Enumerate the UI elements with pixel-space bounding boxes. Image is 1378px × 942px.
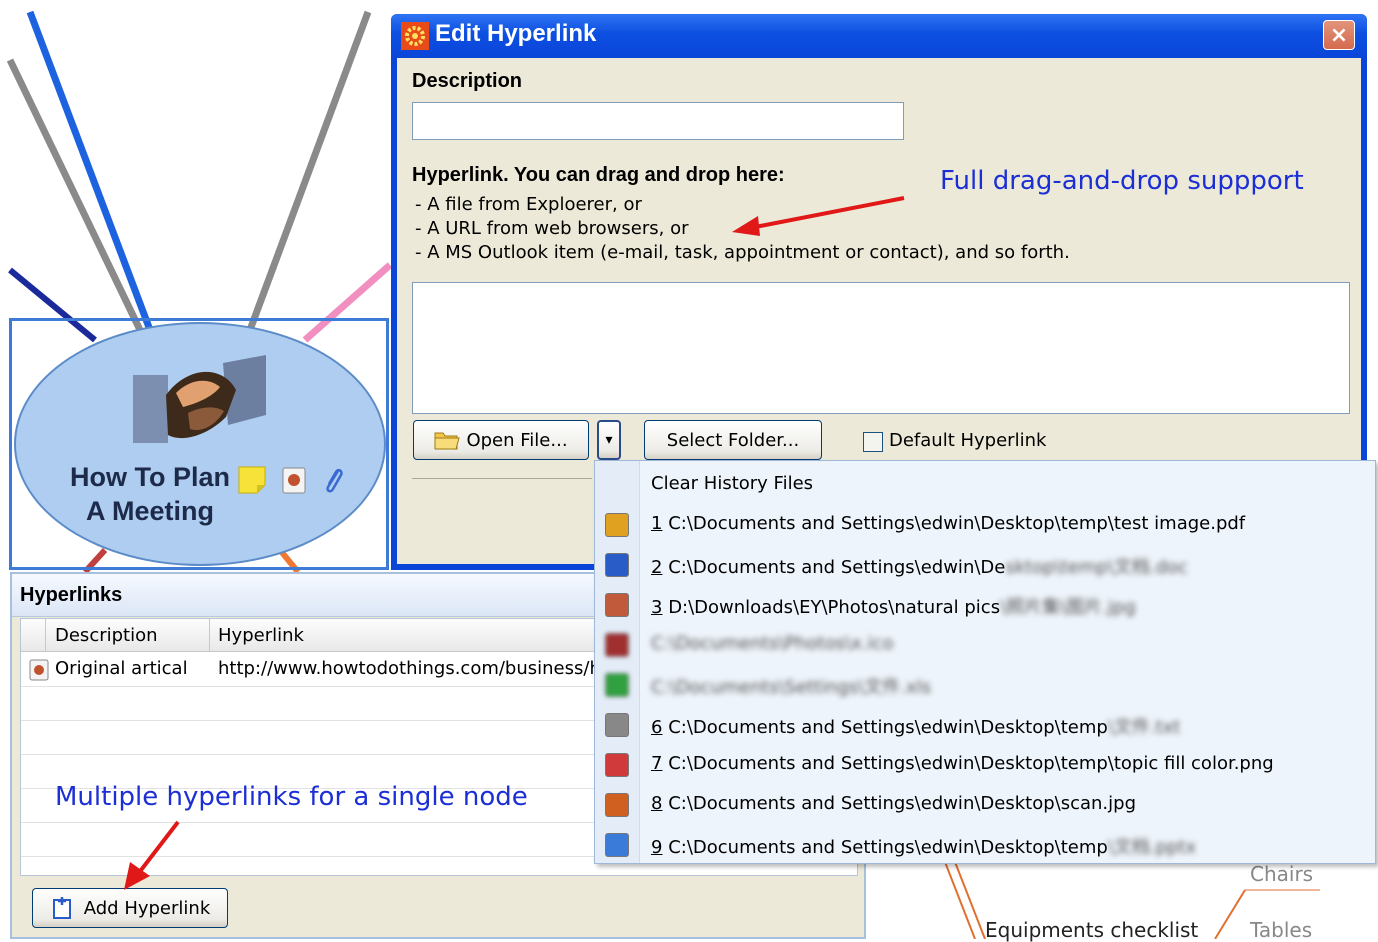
description-label: Description xyxy=(412,70,523,92)
image-file-icon xyxy=(605,593,629,617)
menu-item-path-blurred: \文件.txt xyxy=(1107,717,1181,738)
blurred-icon xyxy=(605,633,629,657)
menu-item-label: 1 C:\Documents and Settings\edwin\Deskto… xyxy=(651,513,1245,534)
menu-item-label: 7 C:\Documents and Settings\edwin\Deskto… xyxy=(651,753,1274,774)
hyperlink-icon[interactable] xyxy=(279,465,309,495)
central-topic-title: How To Plan A Meeting xyxy=(40,460,260,528)
menu-item-history-file[interactable]: 2 C:\Documents and Settings\edwin\Deskto… xyxy=(595,545,1375,585)
menu-item-number: 2 xyxy=(651,557,663,578)
menu-item-path: C:\Documents and Settings\edwin\Desktop\… xyxy=(668,513,1246,534)
menu-item-number: 8 xyxy=(651,793,663,814)
globe-file-icon xyxy=(605,833,629,857)
branch-line xyxy=(246,10,372,332)
menu-item-history-file[interactable]: 6 C:\Documents and Settings\edwin\Deskto… xyxy=(595,705,1375,745)
menu-item-path: C:\Documents and Settings\edwin\Desktop\… xyxy=(668,717,1108,738)
central-topic-line1: How To Plan xyxy=(70,462,230,492)
separator xyxy=(412,478,592,479)
add-hyperlink-button[interactable]: Add Hyperlink xyxy=(32,888,228,928)
menu-item-path: C:\Documents and Settings\edwin\Desktop\… xyxy=(668,837,1108,858)
menu-item-history-file[interactable]: C:\Documents\Photos\x.ico xyxy=(595,625,1375,665)
app-gear-icon xyxy=(401,22,429,50)
menu-item-history-file[interactable]: C:\Documents\Settings\文件.xls xyxy=(595,665,1375,705)
png-file-icon xyxy=(605,753,629,777)
hyperlink-label: Hyperlink. You can drag and drop here: xyxy=(412,164,785,186)
branch-line xyxy=(26,10,154,332)
menu-item-number: 1 xyxy=(651,513,663,534)
menu-item-path-blurred: sktop\temp\文档.doc xyxy=(1005,557,1188,578)
jpg-file-icon xyxy=(605,793,629,817)
row-description: Original artical xyxy=(55,658,188,679)
central-topic-line2: A Meeting xyxy=(86,496,214,526)
drop-hint-url: - A URL from web browsers, or xyxy=(415,218,689,239)
close-button[interactable]: × xyxy=(1323,20,1355,50)
note-icon[interactable] xyxy=(237,465,267,495)
hyperlink-icon xyxy=(29,659,49,681)
attachment-icon[interactable] xyxy=(318,465,348,495)
hyperlinks-title: Hyperlinks xyxy=(20,584,123,606)
menu-item-path: C:\Documents and Settings\edwin\Desktop\… xyxy=(668,793,1136,814)
open-file-label: Open File... xyxy=(466,429,568,451)
menu-item-label: 6 C:\Documents and Settings\edwin\Deskto… xyxy=(651,713,1180,739)
blurred-icon xyxy=(605,673,629,697)
menu-item-path-blurred: \文档.pptx xyxy=(1107,837,1197,858)
chevron-down-icon: ▾ xyxy=(605,432,613,448)
select-folder-label: Select Folder... xyxy=(666,429,800,451)
branch-label-equipments: Equipments checklist xyxy=(985,918,1199,942)
menu-item-history-file[interactable]: 7 C:\Documents and Settings\edwin\Deskto… xyxy=(595,745,1375,785)
handshake-icon xyxy=(133,355,266,443)
history-files-menu: Clear History Files 1 C:\Documents and S… xyxy=(594,460,1376,864)
menu-item-path-blurred: C:\Documents\Settings\文件.xls xyxy=(651,677,932,698)
grid-col-divider xyxy=(45,619,46,651)
menu-item-label: C:\Documents\Settings\文件.xls xyxy=(651,673,931,699)
menu-item-label: Clear History Files xyxy=(651,473,814,494)
word-doc-icon xyxy=(605,553,629,577)
arrow-icon xyxy=(124,820,180,890)
default-hyperlink-checkbox[interactable] xyxy=(863,432,883,452)
menu-item-label: C:\Documents\Photos\x.ico xyxy=(651,633,893,654)
menu-item-number: 6 xyxy=(651,717,663,738)
annotation-multiple-hyperlinks: Multiple hyperlinks for a single node xyxy=(55,782,528,812)
menu-item-label: 2 C:\Documents and Settings\edwin\Deskto… xyxy=(651,553,1188,579)
text-file-icon xyxy=(605,713,629,737)
menu-item-path: D:\Downloads\EY\Photos\natural pics xyxy=(668,597,1001,618)
dialog-title: Edit Hyperlink xyxy=(435,20,597,47)
menu-item-path: C:\Documents and Settings\edwin\Desktop\… xyxy=(668,753,1274,774)
branch-line xyxy=(1214,889,1246,939)
hyperlink-input[interactable] xyxy=(412,282,1350,414)
grid-col-divider xyxy=(209,619,210,651)
row-hyperlink: http://www.howtodothings.com/business/h xyxy=(218,658,601,679)
branch-label-chairs: Chairs xyxy=(1250,862,1314,886)
select-folder-button[interactable]: Select Folder... xyxy=(644,420,822,460)
menu-item-number: 7 xyxy=(651,753,663,774)
menu-item-history-file[interactable]: 1 C:\Documents and Settings\edwin\Deskto… xyxy=(595,505,1375,545)
folder-icon xyxy=(434,432,461,450)
menu-item-number: 9 xyxy=(651,837,663,858)
arrow-icon xyxy=(732,196,905,236)
annotation-drag-drop: Full drag-and-drop suppport xyxy=(940,166,1304,196)
menu-item-clear-history[interactable]: Clear History Files xyxy=(595,465,1375,505)
column-header-hyperlink[interactable]: Hyperlink xyxy=(218,625,304,646)
menu-item-label: 3 D:\Downloads\EY\Photos\natural pics\照片… xyxy=(651,593,1136,619)
branch-label-tables: Tables xyxy=(1250,918,1313,942)
add-page-icon xyxy=(52,897,71,919)
drop-hint-outlook: - A MS Outlook item (e-mail, task, appoi… xyxy=(415,242,1070,263)
menu-item-history-file[interactable]: 9 C:\Documents and Settings\edwin\Deskto… xyxy=(595,825,1375,865)
open-file-button[interactable]: Open File... xyxy=(413,420,589,460)
menu-item-history-file[interactable]: 3 D:\Downloads\EY\Photos\natural pics\照片… xyxy=(595,585,1375,625)
add-hyperlink-label: Add Hyperlink xyxy=(83,897,211,919)
default-hyperlink-label: Default Hyperlink xyxy=(889,430,1047,451)
open-file-dropdown-button[interactable]: ▾ xyxy=(597,420,621,460)
description-input[interactable] xyxy=(412,102,904,140)
pdf-icon xyxy=(605,513,629,537)
menu-item-number: 3 xyxy=(651,597,663,618)
menu-item-path-blurred: \照片集\图片.jpg xyxy=(1000,597,1136,618)
menu-item-label: 8 C:\Documents and Settings\edwin\Deskto… xyxy=(651,793,1136,814)
menu-item-history-file[interactable]: 8 C:\Documents and Settings\edwin\Deskto… xyxy=(595,785,1375,825)
menu-item-label: 9 C:\Documents and Settings\edwin\Deskto… xyxy=(651,833,1196,859)
dialog-titlebar[interactable]: Edit Hyperlink × xyxy=(391,14,1367,58)
column-header-description[interactable]: Description xyxy=(55,625,158,646)
menu-item-path: C:\Documents and Settings\edwin\De xyxy=(668,557,1006,578)
drop-hint-file: - A file from Exploerer, or xyxy=(415,194,642,215)
menu-item-path-blurred: C:\Documents\Photos\x.ico xyxy=(651,633,894,654)
